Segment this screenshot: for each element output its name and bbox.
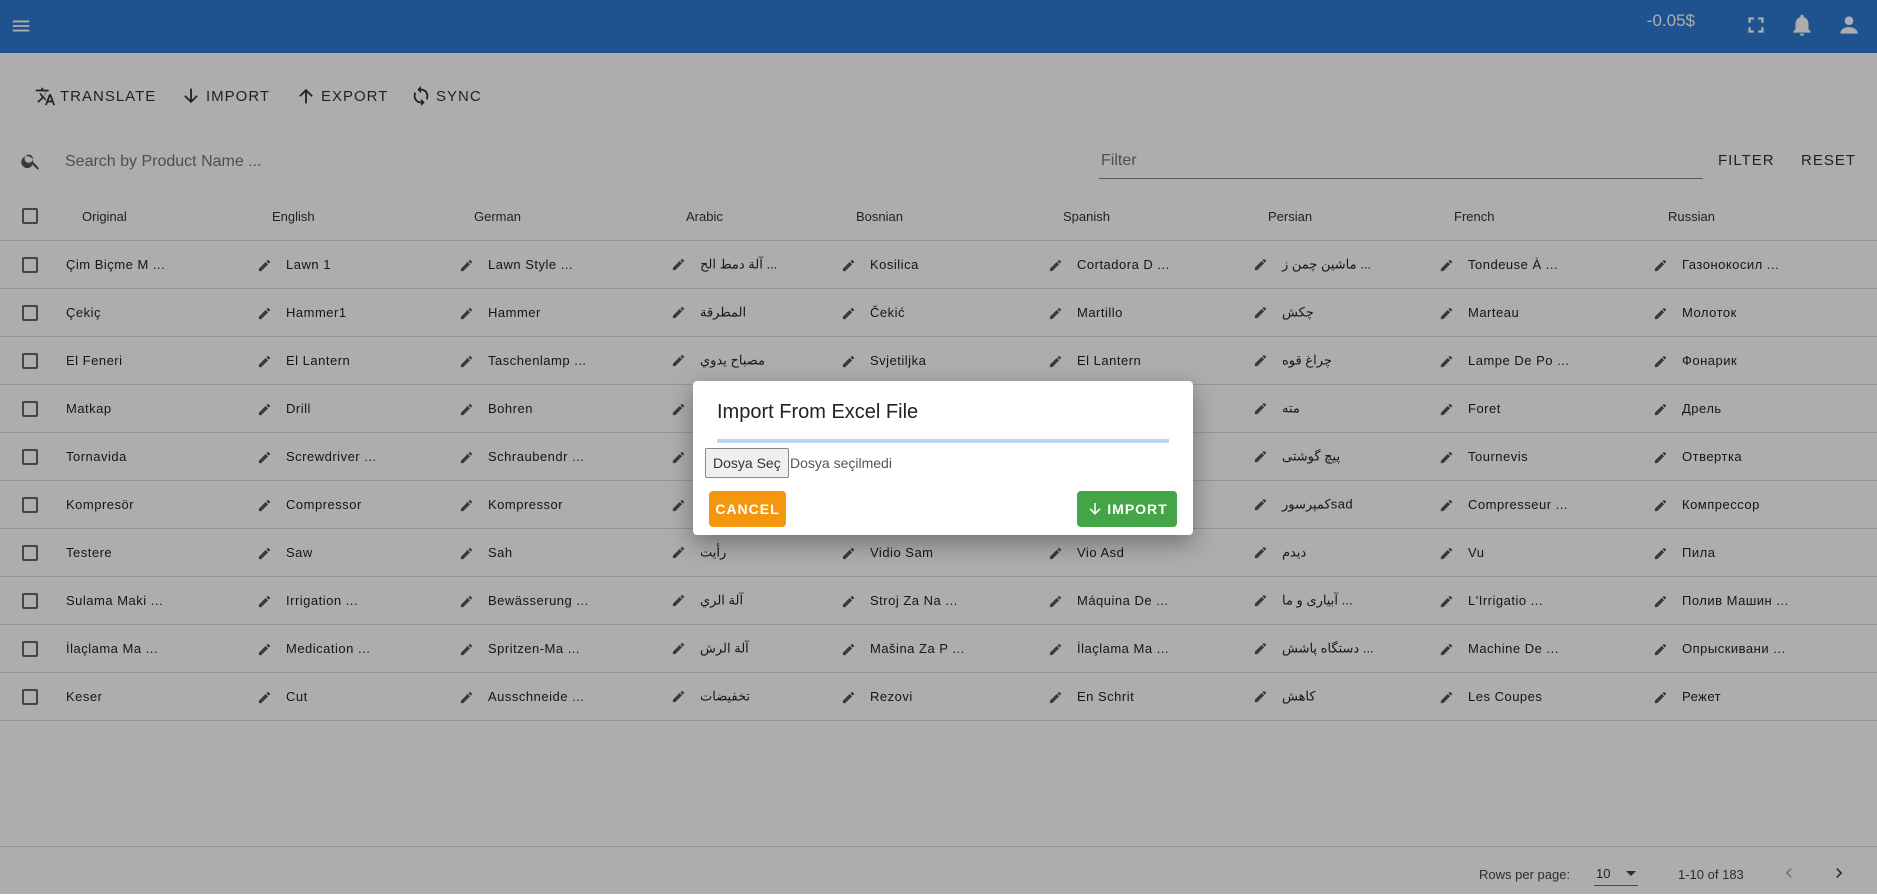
dialog-title: Import From Excel File: [717, 401, 919, 423]
import-dialog: Import From Excel File Dosya Seç Dosya s…: [693, 381, 1193, 535]
cancel-button[interactable]: CANCEL: [709, 491, 786, 527]
progress-bar: [717, 439, 1169, 443]
import-button-label: IMPORT: [1107, 501, 1168, 517]
choose-file-button[interactable]: Dosya Seç: [705, 448, 789, 478]
import-button[interactable]: IMPORT: [1077, 491, 1177, 527]
arrow-down-icon: [1089, 503, 1101, 515]
file-status: Dosya seçilmedi: [790, 455, 892, 471]
